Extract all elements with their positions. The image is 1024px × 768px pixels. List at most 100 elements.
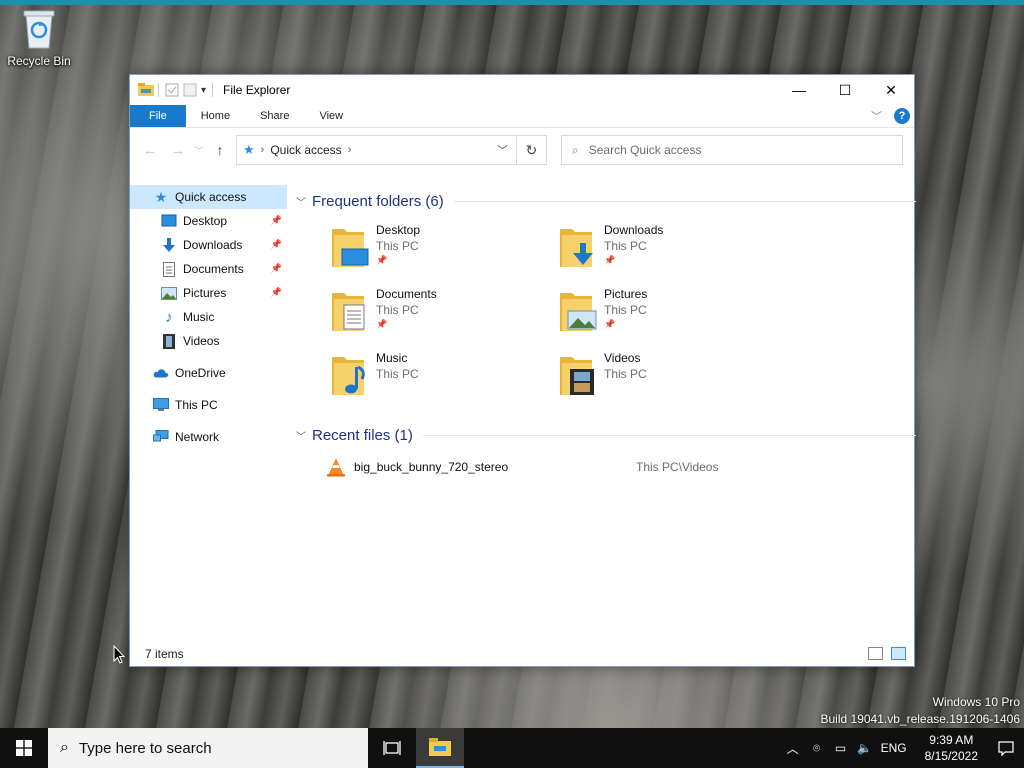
explorer-folder-icon[interactable]: [138, 83, 154, 97]
windows-logo-icon: [16, 740, 32, 756]
breadcrumb-chevron-icon[interactable]: ›: [261, 144, 265, 156]
recent-locations-chevron-icon[interactable]: ﹀: [192, 144, 206, 157]
folder-name: Desktop: [376, 223, 421, 237]
nav-item-music[interactable]: ♪ Music: [130, 305, 287, 329]
start-button[interactable]: [0, 728, 48, 768]
recent-files-header[interactable]: ﹀ Recent files (1): [296, 425, 916, 445]
breadcrumb-quick-access[interactable]: Quick access: [270, 143, 341, 157]
nav-item-network[interactable]: Network: [130, 425, 287, 449]
window-controls: — ☐ ✕: [776, 75, 914, 105]
frequent-folders-header[interactable]: ﹀ Frequent folders (6): [296, 191, 916, 211]
title-bar[interactable]: ▾ File Explorer — ☐ ✕: [130, 75, 914, 105]
nav-label: Music: [183, 310, 215, 324]
help-icon[interactable]: ?: [894, 108, 910, 124]
group-title: Frequent folders (6): [312, 192, 444, 210]
nav-label: Downloads: [183, 238, 243, 252]
nav-item-downloads[interactable]: Downloads 📌: [130, 233, 287, 257]
network-icon: [153, 429, 169, 445]
toolbar-separator: [212, 83, 214, 97]
address-bar[interactable]: ★ › Quick access › ﹀: [236, 135, 517, 165]
minimize-button[interactable]: —: [776, 75, 822, 105]
group-divider: [453, 200, 916, 202]
tab-home[interactable]: Home: [186, 105, 245, 127]
tab-file[interactable]: File: [130, 105, 186, 127]
recycle-bin-shortcut[interactable]: Recycle Bin: [4, 8, 74, 68]
maximize-button[interactable]: ☐: [822, 75, 868, 105]
desktop-icon: [161, 213, 177, 229]
nav-item-documents[interactable]: Documents 📌: [130, 257, 287, 281]
address-dropdown-chevron-icon[interactable]: ﹀: [497, 142, 508, 158]
recent-file-row[interactable]: big_buck_bunny_720_stereo This PC\Videos: [296, 455, 916, 479]
notification-icon: [998, 740, 1014, 756]
nav-item-pictures[interactable]: Pictures 📌: [130, 281, 287, 305]
recent-file-path: This PC\Videos: [636, 460, 719, 474]
system-tray: ︿ ⌾ ▭ 🔈 ENG 9:39 AM 8/15/2022: [781, 728, 1024, 768]
webcam-icon[interactable]: ⌾: [805, 741, 829, 756]
properties-icon[interactable]: [165, 83, 179, 97]
folder-tile-pictures[interactable]: Pictures This PC 📌: [558, 283, 786, 347]
nav-label: Pictures: [183, 286, 227, 300]
status-bar: 7 items: [130, 642, 914, 666]
clock-date: 8/15/2022: [924, 749, 978, 763]
folder-tile-music[interactable]: Music This PC: [330, 347, 558, 411]
tab-share[interactable]: Share: [245, 105, 304, 127]
folder-tile-videos[interactable]: Videos This PC: [558, 347, 786, 411]
taskbar-file-explorer[interactable]: [416, 728, 464, 768]
ribbon-tabs: File Home Share View ﹀ ?: [130, 105, 914, 128]
network-status-icon[interactable]: ▭: [829, 741, 853, 755]
onedrive-cloud-icon: [153, 365, 169, 381]
search-box[interactable]: ⌕ Search Quick access: [561, 135, 903, 165]
folder-name: Downloads: [604, 223, 664, 237]
input-language[interactable]: ENG: [881, 741, 907, 755]
recent-file-name: big_buck_bunny_720_stereo: [354, 460, 509, 474]
quick-access-star-icon: ★: [154, 188, 168, 205]
search-icon: ⌕: [572, 142, 579, 157]
pin-icon: 📌: [270, 215, 282, 225]
film-icon: [161, 333, 177, 349]
folder-tile-documents[interactable]: Documents This PC 📌: [330, 283, 558, 347]
nav-item-videos[interactable]: Videos: [130, 329, 287, 353]
file-explorer-icon: [429, 738, 451, 756]
new-folder-icon[interactable]: [183, 83, 197, 97]
pin-icon: 📌: [604, 255, 616, 265]
forward-arrow-icon[interactable]: →: [164, 142, 192, 158]
collapse-chevron-icon[interactable]: ﹀: [296, 194, 310, 209]
desktop-folder-icon: [330, 223, 370, 271]
clock[interactable]: 9:39 AM 8/15/2022: [915, 732, 988, 764]
refresh-button[interactable]: ↻: [517, 135, 547, 165]
pictures-folder-icon: [558, 287, 598, 335]
folder-tile-desktop[interactable]: Desktop This PC 📌: [330, 219, 558, 283]
tab-view[interactable]: View: [304, 105, 358, 127]
videos-folder-icon: [558, 351, 598, 399]
documents-folder-icon: [330, 287, 370, 335]
close-button[interactable]: ✕: [868, 75, 914, 105]
clock-time: 9:39 AM: [929, 733, 974, 747]
details-view-icon[interactable]: [868, 647, 883, 660]
show-hidden-icons-chevron-icon[interactable]: ︿: [781, 740, 805, 757]
taskbar-search-box[interactable]: ⌕ Type here to search: [48, 728, 368, 768]
task-view-button[interactable]: [368, 728, 416, 768]
nav-item-this-pc[interactable]: This PC: [130, 393, 287, 417]
nav-quick-access[interactable]: ★ Quick access: [130, 185, 287, 209]
back-arrow-icon[interactable]: ←: [136, 142, 164, 158]
recycle-bin-icon: [21, 8, 57, 50]
view-switcher: [868, 647, 906, 660]
folder-location: This PC: [604, 303, 647, 317]
customize-toolbar-chevron-icon[interactable]: ▾: [201, 85, 206, 96]
collapse-chevron-icon[interactable]: ﹀: [296, 428, 310, 443]
navigation-pane: ★ Quick access Desktop 📌 Downloads 📌 Doc…: [130, 185, 287, 638]
nav-item-onedrive[interactable]: OneDrive: [130, 361, 287, 385]
action-center-button[interactable]: [988, 728, 1024, 768]
expand-ribbon-chevron-icon[interactable]: ﹀: [871, 108, 882, 124]
breadcrumb-chevron-icon[interactable]: ›: [348, 144, 352, 156]
large-icons-view-icon[interactable]: [891, 647, 906, 660]
nav-item-desktop[interactable]: Desktop 📌: [130, 209, 287, 233]
folder-location: This PC: [376, 303, 419, 317]
nav-label: OneDrive: [175, 366, 226, 380]
volume-icon[interactable]: 🔈: [853, 741, 877, 755]
folder-tile-downloads[interactable]: Downloads This PC 📌: [558, 219, 786, 283]
taskbar: ⌕ Type here to search ︿ ⌾ ▭ 🔈 ENG 9:39 A…: [0, 728, 1024, 768]
music-note-icon: ♪: [165, 308, 173, 326]
up-arrow-icon[interactable]: ↑: [206, 142, 234, 158]
download-arrow-icon: [161, 237, 177, 253]
